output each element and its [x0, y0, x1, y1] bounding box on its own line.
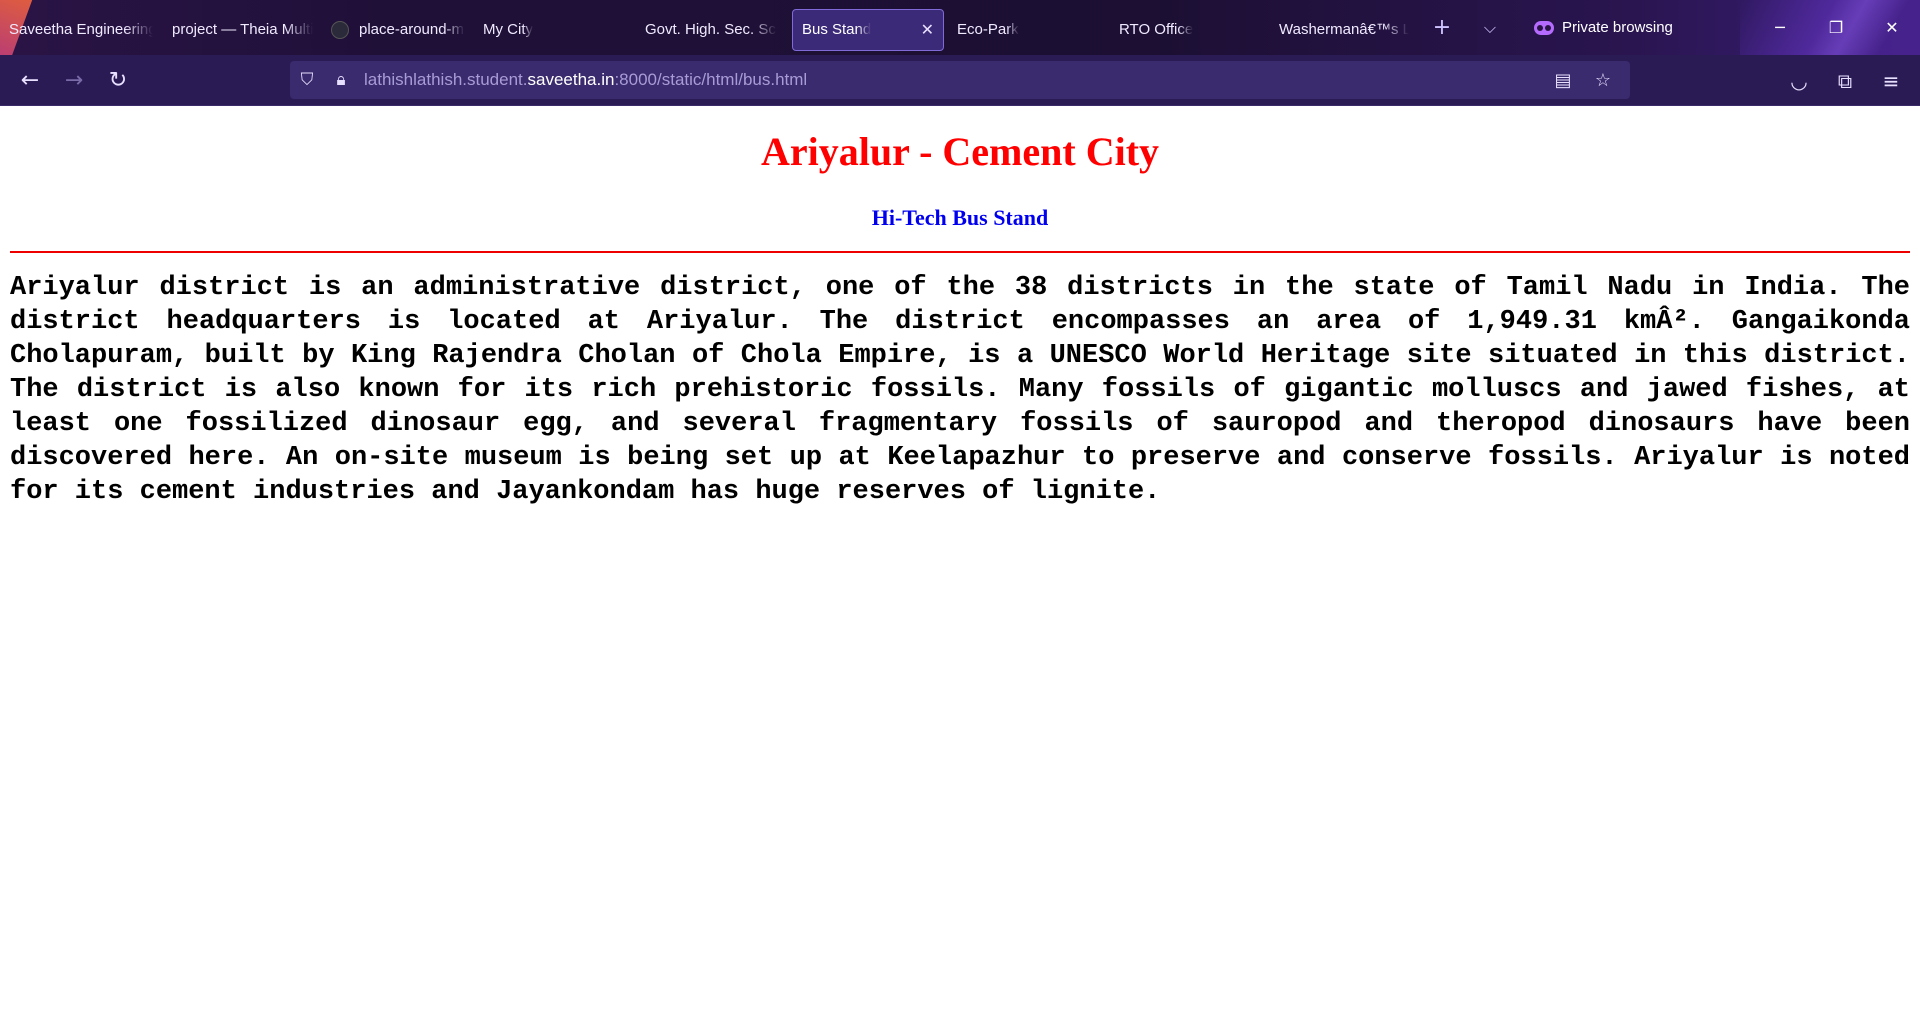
pocket-icon[interactable]: ◡ [1776, 69, 1822, 93]
url-text[interactable]: lathishlathish.student.saveetha.in:8000/… [364, 70, 807, 90]
tab-label: project — Theia Multi-Language Example [172, 21, 313, 38]
forward-arrow-icon[interactable]: → [52, 58, 96, 102]
chevron-down-icon[interactable]: ⌵ [1466, 18, 1514, 38]
url-prefix: lathishlathish.student. [364, 70, 528, 89]
tab-place-around-me[interactable]: place-around-me [322, 9, 474, 51]
private-browsing-label: Private browsing [1562, 19, 1673, 36]
tab-eco-park[interactable]: Eco-Park [948, 9, 1110, 51]
tab-label: Washermanâ€™s Lake [1279, 21, 1409, 38]
page-content: Ariyalur - Cement City Hi-Tech Bus Stand… [0, 128, 1920, 509]
new-tab-plus-icon[interactable]: + [1418, 15, 1466, 40]
tab-label: Eco-Park [957, 21, 1019, 38]
url-path: :8000/static/html/bus.html [614, 70, 808, 89]
district-description: Ariyalur district is an administrative d… [10, 273, 1910, 507]
private-browsing-indicator: Private browsing [1534, 19, 1673, 36]
page-title: Ariyalur - Cement City [760, 129, 1160, 174]
tab-govt-school[interactable]: Govt. High. Sec. School [636, 9, 786, 51]
horizontal-rule [10, 251, 1910, 253]
github-icon [331, 20, 349, 39]
tab-washermans-lake[interactable]: Washermanâ€™s Lake [1270, 9, 1418, 51]
star-icon[interactable]: ☆ [1586, 70, 1620, 91]
shield-icon[interactable]: ⛉ [290, 70, 324, 90]
lock-icon[interactable]: 🔒︎ [324, 70, 358, 90]
address-bar[interactable]: ⛉ 🔒︎ lathishlathish.student.saveetha.in:… [290, 61, 1630, 99]
tab-label: place-around-me [359, 21, 465, 38]
tab-label: RTO Office [1119, 21, 1194, 38]
extensions-icon[interactable]: ⧉ [1822, 69, 1868, 93]
tab-strip: Saveetha Engineering College project — T… [0, 0, 1920, 55]
navigation-toolbar: ← → ↻ ⛉ 🔒︎ lathishlathish.student.saveet… [0, 55, 1920, 106]
tab-label: My City [483, 21, 533, 38]
url-host: saveetha.in [527, 70, 615, 89]
tab-saveetha[interactable]: Saveetha Engineering College [0, 9, 162, 51]
hamburger-menu-icon[interactable]: ≡ [1868, 69, 1914, 93]
reload-icon[interactable]: ↻ [96, 58, 140, 102]
close-window-icon[interactable]: ✕ [1864, 0, 1920, 55]
close-icon[interactable]: ✕ [913, 20, 934, 40]
page-subtitle: Hi-Tech Bus Stand [871, 205, 1049, 230]
tab-rto-office[interactable]: RTO Office [1110, 9, 1270, 51]
back-arrow-icon[interactable]: ← [8, 58, 52, 102]
tab-label: Saveetha Engineering College [9, 21, 153, 38]
private-mask-icon [1534, 20, 1554, 35]
restore-icon[interactable]: ❐ [1808, 0, 1864, 55]
tab-label: Bus Stand [802, 21, 872, 38]
window-controls: ─ ❐ ✕ [1752, 0, 1920, 55]
tab-my-city[interactable]: My City [474, 9, 636, 51]
tab-theia[interactable]: project — Theia Multi-Language Example [162, 9, 322, 51]
tab-label: Govt. High. Sec. School [645, 21, 777, 38]
reader-view-icon[interactable]: ▤ [1546, 70, 1580, 91]
minimize-icon[interactable]: ─ [1752, 0, 1808, 55]
tab-bus-stand[interactable]: Bus Stand ✕ [792, 8, 944, 51]
